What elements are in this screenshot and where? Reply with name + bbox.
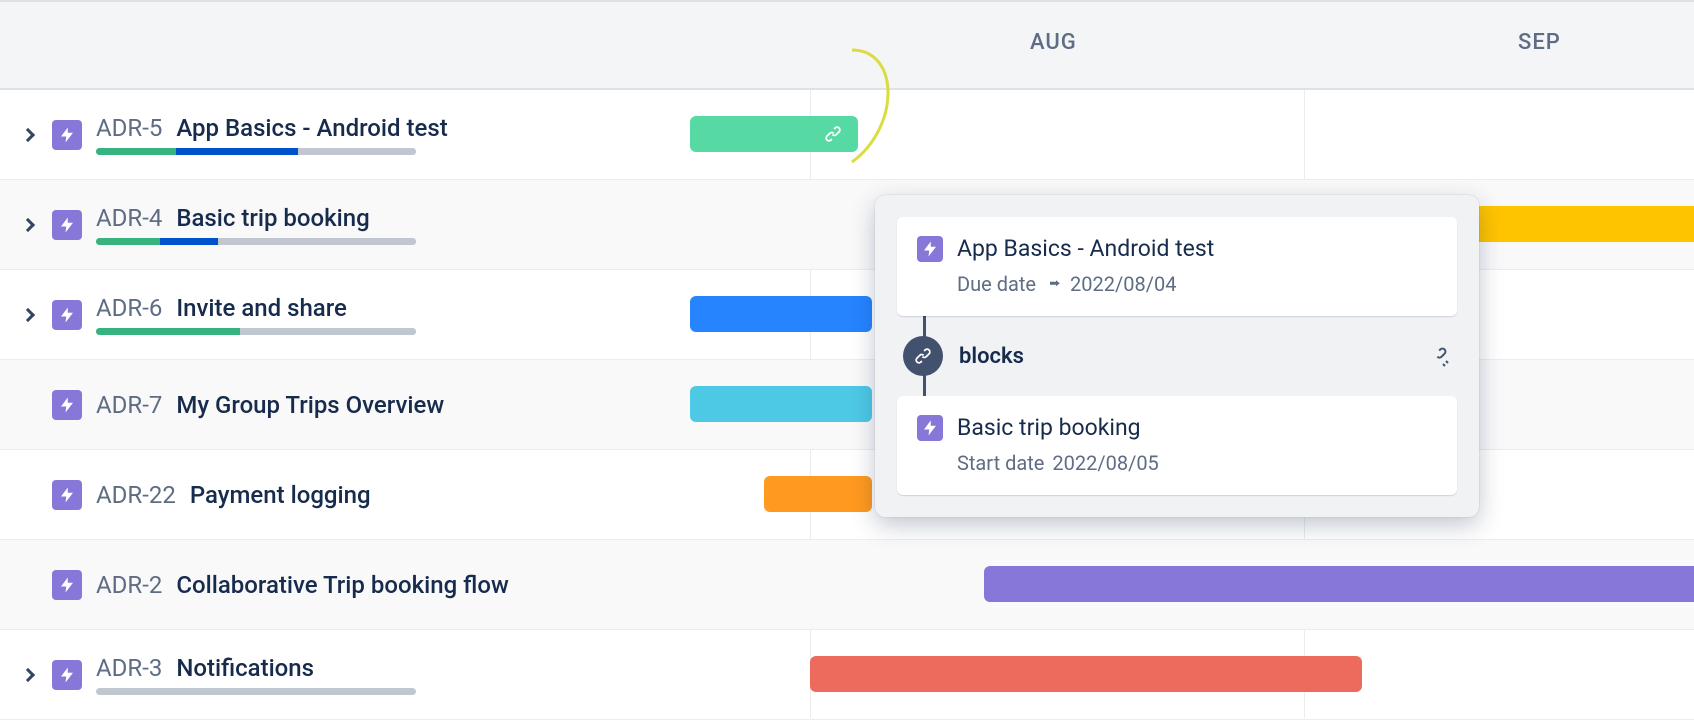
chevron-right-icon[interactable] xyxy=(21,667,35,681)
timeline-bar[interactable] xyxy=(690,116,858,152)
issue-summary[interactable]: My Group Trips Overview xyxy=(176,391,444,419)
issue-summary[interactable]: Collaborative Trip booking flow xyxy=(176,571,508,599)
issue-summary[interactable]: Invite and share xyxy=(176,294,347,322)
dependency-popup: App Basics - Android test Due date 2022/… xyxy=(875,195,1479,517)
dependency-source-card[interactable]: App Basics - Android test Due date 2022/… xyxy=(897,217,1457,316)
timeline-bar[interactable] xyxy=(1470,206,1694,242)
timeline-bar[interactable] xyxy=(810,656,1362,692)
relation-label: blocks xyxy=(959,344,1024,369)
timeline-bar[interactable] xyxy=(764,476,872,512)
progress-bar xyxy=(96,238,416,245)
issue-summary[interactable]: Notifications xyxy=(176,654,314,682)
month-label: SEP xyxy=(1518,30,1561,55)
epic-icon xyxy=(52,660,82,690)
epic-icon xyxy=(52,120,82,150)
epic-icon xyxy=(917,236,943,262)
timeline-row[interactable] xyxy=(690,90,1694,180)
progress-bar xyxy=(96,148,416,155)
epic-icon xyxy=(52,210,82,240)
issue-key[interactable]: ADR-2 xyxy=(96,571,162,599)
chevron-right-icon[interactable] xyxy=(21,217,35,231)
progress-bar xyxy=(96,328,416,335)
issue-list-header xyxy=(0,2,690,90)
dependency-target-title: Basic trip booking xyxy=(957,414,1141,441)
timeline-header: AUG SEP xyxy=(690,2,1694,90)
epic-icon xyxy=(52,300,82,330)
timeline-row[interactable] xyxy=(690,540,1694,630)
issue-row[interactable]: ADR-5 App Basics - Android test xyxy=(0,90,690,180)
chevron-right-icon[interactable] xyxy=(21,307,35,321)
timeline-row[interactable] xyxy=(690,630,1694,720)
link-icon xyxy=(822,123,844,145)
issue-row[interactable]: ADR-22 Payment logging xyxy=(0,450,690,540)
start-date-value: 2022/08/05 xyxy=(1052,451,1158,475)
epic-icon xyxy=(52,390,82,420)
issue-key[interactable]: ADR-6 xyxy=(96,294,162,322)
epic-icon xyxy=(52,480,82,510)
due-date-value: 2022/08/04 xyxy=(1070,272,1176,296)
epic-icon xyxy=(917,415,943,441)
dependency-relation: blocks xyxy=(897,316,1457,396)
issue-key[interactable]: ADR-7 xyxy=(96,391,162,419)
dependency-source-title: App Basics - Android test xyxy=(957,235,1214,262)
issue-row[interactable]: ADR-3 Notifications xyxy=(0,630,690,720)
dependency-target-card[interactable]: Basic trip booking Start date 2022/08/05 xyxy=(897,396,1457,495)
chevron-right-icon[interactable] xyxy=(21,127,35,141)
issue-summary[interactable]: Basic trip booking xyxy=(176,204,369,232)
link-icon xyxy=(903,336,943,376)
issue-row[interactable]: ADR-4 Basic trip booking xyxy=(0,180,690,270)
month-label: AUG xyxy=(1030,30,1077,55)
issue-row[interactable]: ADR-2 Collaborative Trip booking flow xyxy=(0,540,690,630)
issue-key[interactable]: ADR-22 xyxy=(96,481,176,509)
issue-list-panel: ADR-5 App Basics - Android test ADR-4 Ba… xyxy=(0,0,690,718)
issue-key[interactable]: ADR-4 xyxy=(96,204,162,232)
epic-icon xyxy=(52,570,82,600)
timeline-bar[interactable] xyxy=(984,566,1694,602)
timeline-bar[interactable] xyxy=(690,296,872,332)
issue-row[interactable]: ADR-6 Invite and share xyxy=(0,270,690,360)
issue-summary[interactable]: App Basics - Android test xyxy=(176,114,447,142)
issue-summary[interactable]: Payment logging xyxy=(190,481,371,509)
issue-key[interactable]: ADR-3 xyxy=(96,654,162,682)
progress-bar xyxy=(96,688,416,695)
arrow-right-icon xyxy=(1044,275,1062,293)
start-date-label: Start date xyxy=(957,451,1044,475)
issue-key[interactable]: ADR-5 xyxy=(96,114,162,142)
due-date-label: Due date xyxy=(957,272,1036,296)
unlink-button[interactable] xyxy=(1425,343,1451,369)
issue-row[interactable]: ADR-7 My Group Trips Overview xyxy=(0,360,690,450)
timeline-bar[interactable] xyxy=(690,386,872,422)
